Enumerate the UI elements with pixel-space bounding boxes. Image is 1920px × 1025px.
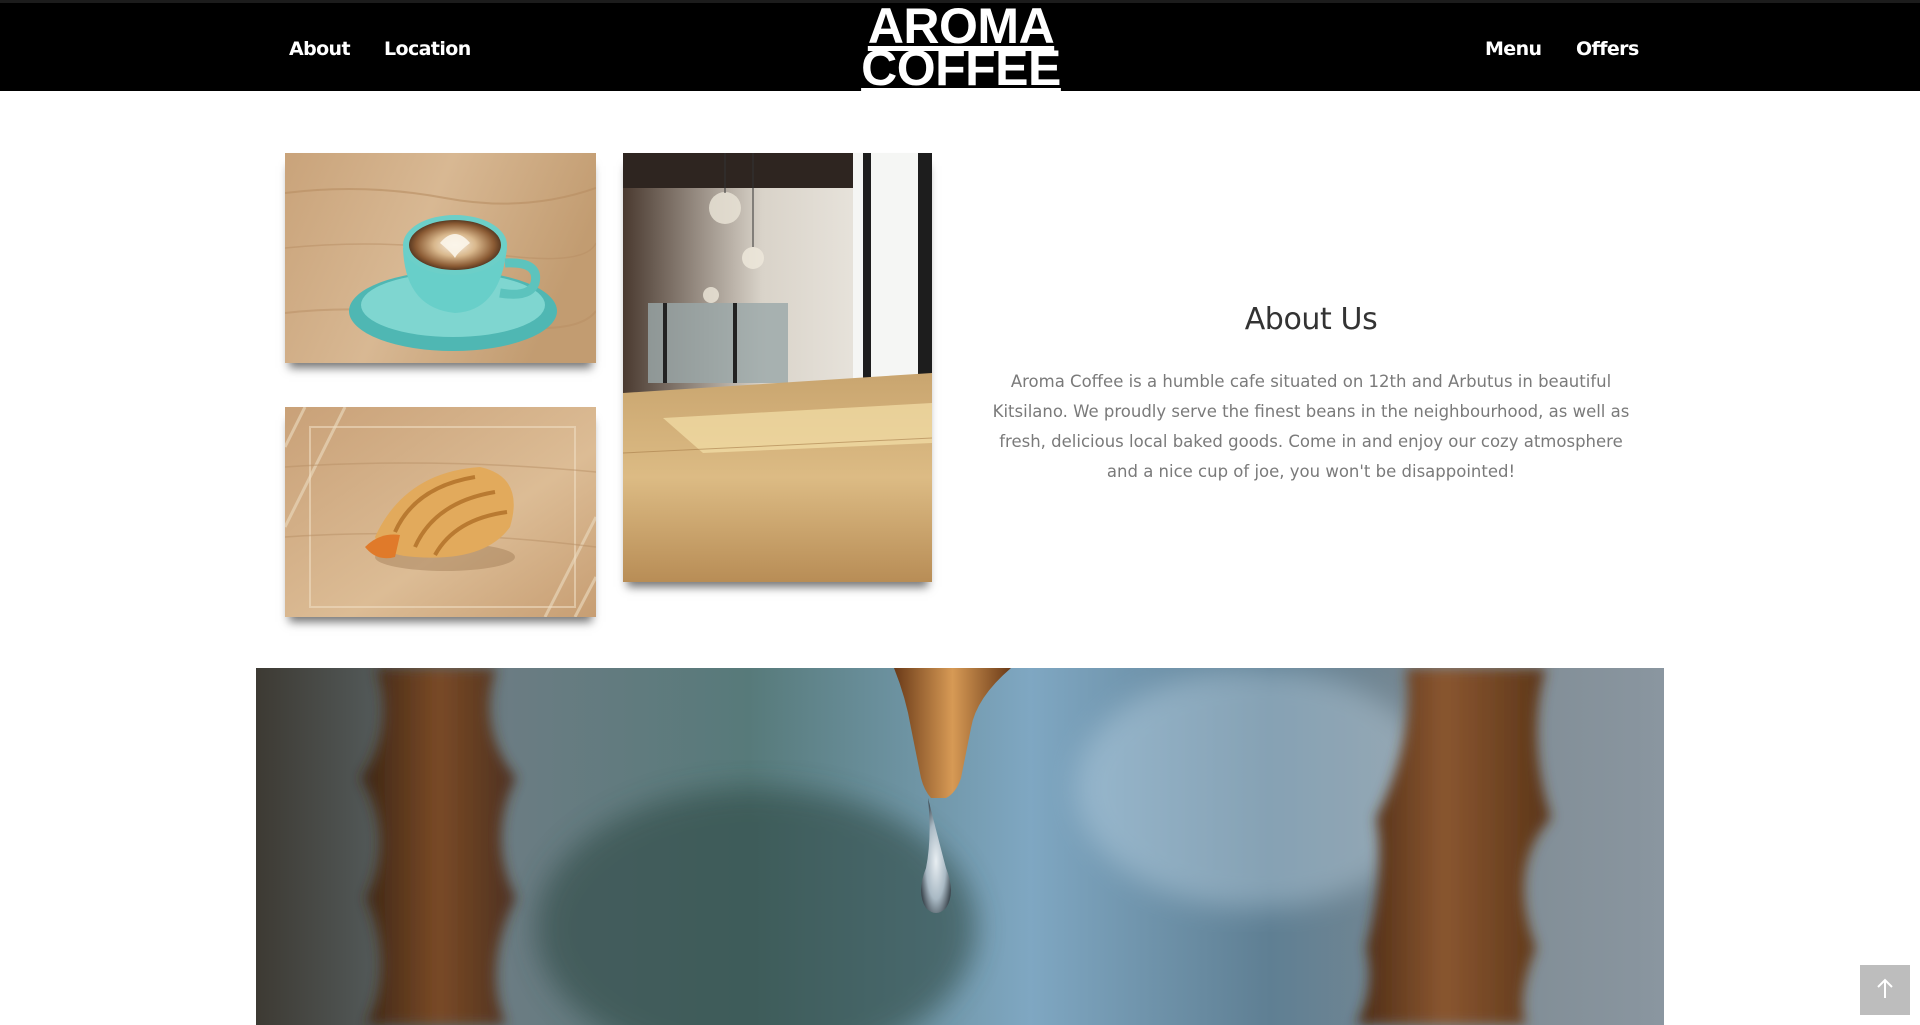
latte-photo — [285, 153, 596, 363]
site-logo[interactable]: AROMA COFFEE — [851, 1, 1071, 96]
about-description: Aroma Coffee is a humble cafe situated o… — [992, 372, 1630, 481]
nav-link-about[interactable]: About — [289, 37, 351, 61]
arrow-up-icon — [1874, 978, 1896, 1003]
nav-link-menu[interactable]: Menu — [1485, 37, 1542, 61]
croissant-photo — [285, 407, 596, 617]
about-section: About Us Aroma Coffee is a humble cafe s… — [975, 296, 1647, 487]
nav-link-location[interactable]: Location — [384, 37, 471, 61]
back-to-top-button[interactable] — [1860, 965, 1910, 1015]
top-navbar: About Location AROMA COFFEE Menu Offers — [0, 0, 1920, 96]
coffee-drip-photo — [256, 668, 1664, 1025]
logo-line-coffee: COFFEE — [861, 40, 1061, 96]
about-title: About Us — [1244, 302, 1378, 337]
nav-link-offers[interactable]: Offers — [1576, 37, 1639, 61]
cafe-counter-photo — [623, 153, 932, 582]
